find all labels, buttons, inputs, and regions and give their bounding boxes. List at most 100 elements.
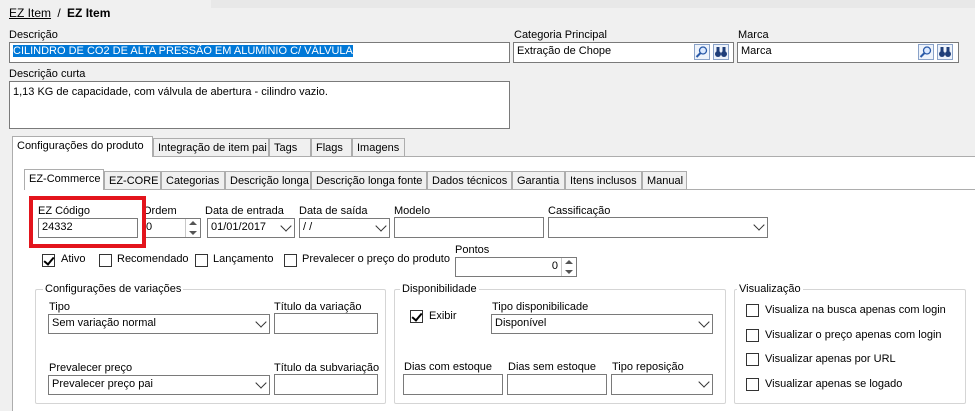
marca-browse-button[interactable]: [937, 44, 953, 60]
categoria-search-button[interactable]: [694, 44, 710, 60]
descricao-curta-label: Descrição curta: [9, 68, 86, 80]
exibir-checkbox[interactable]: [410, 310, 423, 323]
tab-ez-commerce[interactable]: EZ-Commerce: [24, 169, 104, 190]
tab-imagens[interactable]: Imagens: [352, 138, 405, 157]
ordem-spin-buttons[interactable]: [185, 219, 200, 237]
classificacao-select[interactable]: [548, 217, 768, 238]
descricao-input[interactable]: CILINDRO DE CO2 DE ALTA PRESSÃO EM ALUMÍ…: [9, 42, 510, 63]
tipo-variacao-select[interactable]: Sem variação normal: [48, 314, 270, 334]
tipo-variacao-value: Sem variação normal: [52, 317, 156, 329]
tab-label: Tags: [274, 142, 298, 154]
tab-label: Manual: [647, 175, 684, 187]
marca-label: Marca: [738, 29, 769, 41]
spin-down-icon: [565, 270, 573, 274]
titulo-variacao-label: Título da variação: [274, 301, 362, 313]
tab-tags[interactable]: Tags: [269, 138, 311, 157]
pontos-label: Pontos: [455, 244, 490, 256]
tab-categorias[interactable]: Categorias: [161, 171, 225, 190]
highlight-callout-box: [29, 196, 146, 248]
tab-label: Flags: [316, 142, 343, 154]
dias-com-estoque-input[interactable]: [403, 374, 503, 395]
prevalecer-preco-value: Prevalecer preço pai: [52, 378, 153, 390]
breadcrumb-root-link[interactable]: EZ Item: [9, 6, 51, 20]
modelo-input[interactable]: [394, 217, 544, 238]
prevalecer-preco-label: Prevalecer preço: [49, 362, 133, 374]
ordem-label: Ordem: [143, 205, 177, 217]
descricao-curta-textarea[interactable]: 1,13 KG de capacidade, com válvula de ab…: [9, 81, 510, 129]
chevron-down-icon: [255, 316, 267, 328]
data-saida-picker[interactable]: / /: [299, 218, 390, 238]
titulo-subvariacao-label: Título da subvariação: [274, 362, 380, 374]
ordem-spinner[interactable]: 0: [142, 218, 201, 238]
tab-label: Descrição longa: [230, 175, 309, 187]
tab-label: Dados técnicos: [432, 175, 508, 187]
tab-dados-tecnicos[interactable]: Dados técnicos: [427, 171, 512, 190]
data-entrada-label: Data de entrada: [205, 205, 284, 217]
chevron-down-icon: [698, 316, 710, 328]
tab-label: Categorias: [166, 175, 220, 187]
tab-integracao-item-pai[interactable]: Integração de item pai: [153, 138, 269, 157]
visualizar-por-url-label: Visualizar apenas por URL: [765, 353, 896, 365]
descricao-curta-value: 1,13 KG de capacidade, com válvula de ab…: [13, 86, 328, 98]
ativo-label: Ativo: [61, 253, 86, 265]
sub-tab-divider: [24, 189, 975, 190]
header-strip: [211, 0, 975, 8]
spin-up-icon: [565, 260, 573, 264]
tab-label: Configurações do produto: [17, 140, 144, 152]
disponibilidade-group-title: Disponibilidade: [400, 283, 479, 295]
data-entrada-picker[interactable]: 01/01/2017: [207, 218, 295, 238]
binoculars-icon: [939, 47, 951, 57]
recomendado-checkbox[interactable]: [99, 254, 112, 267]
dias-com-estoque-label: Dias com estoque: [404, 361, 493, 373]
visualizar-por-url-checkbox[interactable]: [746, 353, 759, 366]
tab-descricao-longa-fonte[interactable]: Descrição longa fonte: [311, 171, 427, 190]
data-saida-label: Data de saída: [299, 205, 368, 217]
tab-manual[interactable]: Manual: [642, 171, 687, 190]
titulo-variacao-input[interactable]: [274, 313, 378, 334]
titulo-subvariacao-input[interactable]: [274, 374, 378, 395]
ordem-value: 0: [146, 221, 153, 233]
pontos-value: 0: [551, 260, 558, 272]
dias-sem-estoque-input[interactable]: [507, 374, 607, 395]
categoria-browse-button[interactable]: [713, 44, 729, 60]
ativo-checkbox[interactable]: [42, 254, 55, 267]
descricao-label: Descrição: [9, 29, 58, 41]
prevalecer-preco-select[interactable]: Prevalecer preço pai: [48, 375, 270, 395]
tab-garantia[interactable]: Garantia: [512, 171, 565, 190]
tab-label: Integração de item pai: [158, 142, 267, 154]
tab-ez-core[interactable]: EZ-CORE: [104, 171, 161, 190]
prevalecer-produto-label: Prevalecer o preço do produto: [302, 253, 450, 265]
pontos-spin-buttons[interactable]: [561, 258, 576, 276]
chevron-down-icon: [698, 376, 710, 388]
categoria-label: Categoria Principal: [514, 29, 607, 41]
tab-configuracoes-produto[interactable]: Configurações do produto: [12, 136, 153, 157]
tab-label: Descrição longa fonte: [316, 175, 423, 187]
binoculars-icon: [715, 47, 727, 57]
exibir-label: Exibir: [429, 310, 457, 322]
tipo-disponibilidade-select[interactable]: Disponível: [491, 314, 713, 334]
marca-search-button[interactable]: [918, 44, 934, 60]
page-title: EZ Item: [67, 6, 111, 20]
visualizar-preco-login-checkbox[interactable]: [746, 329, 759, 342]
visualiza-busca-login-checkbox[interactable]: [746, 304, 759, 317]
chevron-down-icon: [375, 220, 387, 232]
spin-down-icon: [189, 231, 197, 235]
data-saida-value: / /: [303, 221, 313, 233]
breadcrumb-separator: /: [57, 6, 61, 20]
tab-itens-inclusos[interactable]: Itens inclusos: [565, 171, 642, 190]
lancamento-checkbox[interactable]: [195, 254, 208, 267]
tipo-reposicao-select[interactable]: [611, 374, 713, 395]
chevron-down-icon: [753, 219, 765, 231]
tab-descricao-longa[interactable]: Descrição longa: [225, 171, 311, 190]
tab-flags[interactable]: Flags: [311, 138, 352, 157]
visualizar-se-logado-checkbox[interactable]: [746, 378, 759, 391]
breadcrumb: EZ Item / EZ Item: [9, 6, 110, 20]
chevron-down-icon: [280, 220, 292, 232]
classificacao-label: Cassificação: [548, 205, 611, 217]
variacoes-group-title: Configurações de variações: [43, 283, 184, 295]
prevalecer-produto-checkbox[interactable]: [284, 254, 297, 267]
marca-value: Marca: [741, 45, 772, 57]
visualizacao-group-title: Visualização: [737, 283, 803, 295]
tipo-disponibilidade-value: Disponível: [495, 317, 547, 329]
pontos-spinner[interactable]: 0: [455, 257, 577, 277]
